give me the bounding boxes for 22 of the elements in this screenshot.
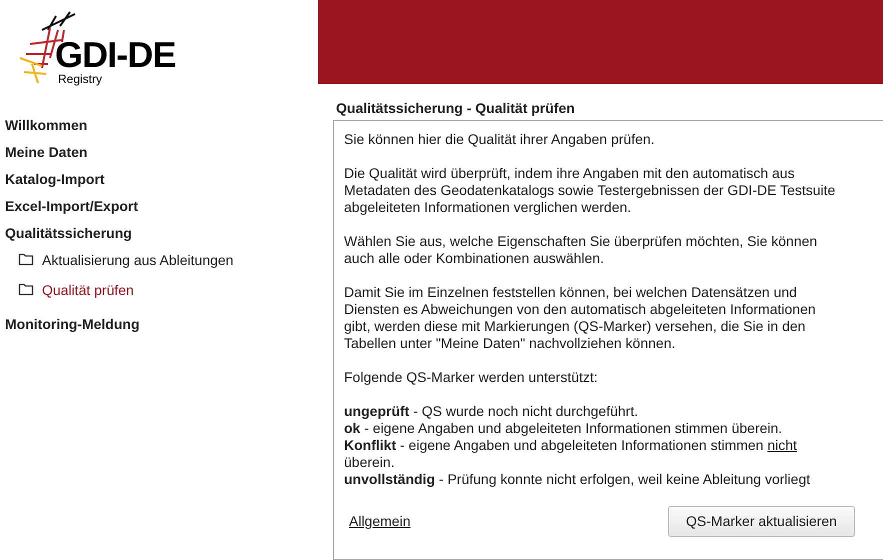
folder-icon bbox=[18, 282, 34, 296]
marker-description: unvollständig - Prüfung konnte nicht erfolgen, weil keine Ableitung vorliegt bbox=[344, 471, 812, 488]
paragraph: Sie können hier die Qualität ihrer Angaben prüfen. bbox=[344, 131, 656, 148]
nav-item[interactable]: Willkommen bbox=[5, 116, 88, 143]
marker-description: ok - eigene Angaben und abgeleiteten Informationen stimmen überein. bbox=[344, 420, 784, 437]
nav-item[interactable]: Meine Daten bbox=[5, 143, 88, 170]
paragraph: Damit Sie im Einzelnen feststellen können, bei welchen Datensätzen und Diensten es Abweichungen von den automatisch abgeleiteten Informationen gibt, werden diese mit Markierungen (QS-Marker) versehen, die Sie in den Tabellen unter "Meine Daten" nachvollziehen können. bbox=[344, 284, 817, 352]
nav-item[interactable]: Katalog-Import bbox=[5, 170, 105, 197]
nav-subitem[interactable]: Aktualisierung aus Ableitungen bbox=[42, 252, 234, 268]
marker-description: ungeprüft - QS wurde noch nicht durchgeführt. bbox=[344, 403, 640, 420]
nav-item[interactable]: Excel-Import/Export bbox=[5, 197, 138, 224]
paragraph: Wählen Sie aus, welche Eigenschaften Sie überprüfen möchten, Sie können auch alle oder Kombinationen auswählen. bbox=[344, 233, 818, 267]
page-title: Qualitätssicherung - Qualität prüfen bbox=[335, 99, 576, 118]
general-link[interactable]: Allgemein bbox=[349, 513, 410, 530]
paragraph: Die Qualität wird überprüft, indem ihre Angaben mit den automatisch aus Metadaten des Geodatenkatalogs sowie Testergebnissen der GDI-DE Testsuite abgeleiteten Informationen verglichen werden. bbox=[344, 165, 836, 216]
nav-subitem[interactable]: Qualität prüfen bbox=[42, 282, 134, 298]
nav-item[interactable]: Qualitätssicherung bbox=[5, 224, 132, 251]
update-markers-button[interactable]: QS-Marker aktualisieren bbox=[668, 506, 855, 537]
folder-icon bbox=[18, 252, 34, 266]
paragraph: Folgende QS-Marker werden unterstützt: bbox=[344, 369, 599, 386]
marker-description: Konflikt - eigene Angaben und abgeleiteten Informationen stimmen nicht überein. bbox=[344, 437, 798, 471]
nav-item[interactable]: Monitoring-Meldung bbox=[5, 315, 140, 342]
